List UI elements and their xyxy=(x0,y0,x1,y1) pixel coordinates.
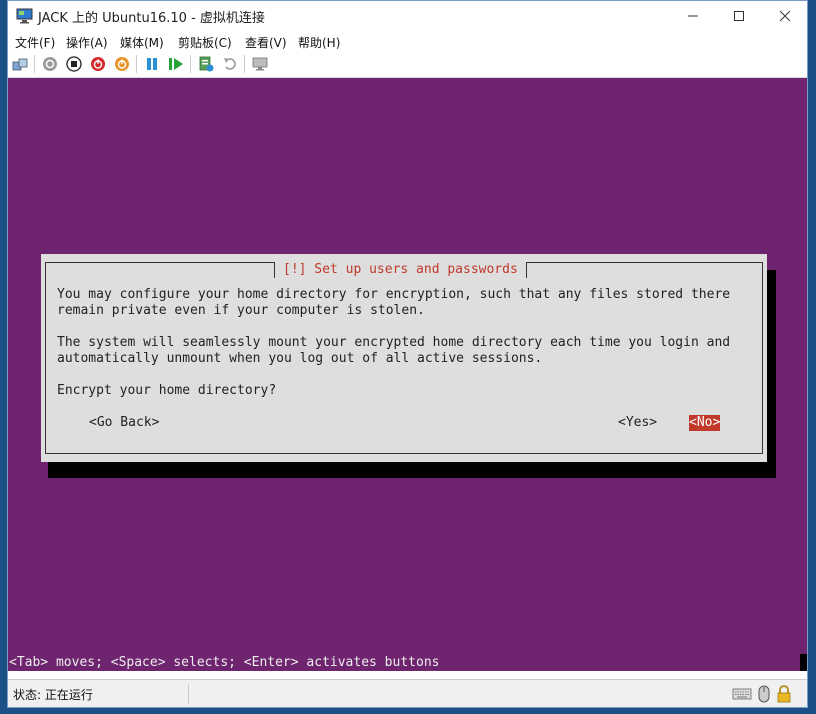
shutdown-icon[interactable] xyxy=(90,56,106,72)
title-bar[interactable]: JACK 上的 Ubuntu16.10 - 虚拟机连接 xyxy=(8,1,807,31)
status-bar: 状态: 正在运行 xyxy=(8,679,807,707)
status-text: 状态: 正在运行 xyxy=(13,688,93,702)
ctrl-alt-del-icon[interactable] xyxy=(12,56,28,72)
dialog-question: Encrypt your home directory? xyxy=(57,383,277,398)
save-state-icon[interactable] xyxy=(114,56,130,72)
keyboard-icon xyxy=(732,688,752,700)
toolbar-separator xyxy=(190,55,191,73)
dialog-text-line: You may configure your home directory fo… xyxy=(57,287,731,302)
menu-file[interactable]: 文件(F) xyxy=(15,34,55,51)
toolbar-separator xyxy=(34,55,35,73)
menu-view[interactable]: 查看(V) xyxy=(245,34,287,51)
menu-action[interactable]: 操作(A) xyxy=(66,34,108,51)
dialog-text-line: automatically unmount when you log out o… xyxy=(57,351,543,366)
menu-bar: 文件(F) 操作(A) 媒体(M) 剪贴板(C) 查看(V) 帮助(H) xyxy=(8,31,807,51)
terminal-cursor-bar xyxy=(800,654,807,671)
vm-monitor-icon xyxy=(16,8,33,24)
yes-button[interactable]: <Yes> xyxy=(618,415,657,431)
setup-dialog: [!] Set up users and passwords You may c… xyxy=(41,254,767,462)
revert-icon[interactable] xyxy=(222,56,238,72)
menu-media[interactable]: 媒体(M) xyxy=(120,34,164,51)
minimize-button[interactable] xyxy=(670,1,716,31)
vm-screen[interactable]: [!] Set up users and passwords You may c… xyxy=(8,78,807,671)
start-icon[interactable] xyxy=(42,56,58,72)
help-line: <Tab> moves; <Space> selects; <Enter> ac… xyxy=(9,655,440,670)
dialog-text-line: remain private even if your computer is … xyxy=(57,303,425,318)
dialog-title: [!] Set up users and passwords xyxy=(274,262,527,278)
mouse-icon xyxy=(758,685,770,703)
status-separator xyxy=(188,684,189,704)
maximize-icon xyxy=(734,11,744,21)
lock-icon xyxy=(777,685,791,703)
maximize-button[interactable] xyxy=(716,1,762,31)
toolbar xyxy=(8,51,807,78)
enhanced-session-icon[interactable] xyxy=(252,56,268,72)
toolbar-separator xyxy=(136,55,137,73)
turn-off-icon[interactable] xyxy=(66,56,82,72)
go-back-button[interactable]: <Go Back> xyxy=(89,415,159,431)
window-title: JACK 上的 Ubuntu16.10 - 虚拟机连接 xyxy=(38,11,265,26)
minimize-icon xyxy=(688,15,698,17)
menu-help[interactable]: 帮助(H) xyxy=(298,34,340,51)
checkpoint-icon[interactable] xyxy=(198,56,214,72)
pause-icon[interactable] xyxy=(144,56,160,72)
menu-clipboard[interactable]: 剪贴板(C) xyxy=(178,34,232,51)
vm-connection-window: JACK 上的 Ubuntu16.10 - 虚拟机连接 文件(F) 操作(A) … xyxy=(7,0,808,708)
close-button[interactable] xyxy=(762,1,808,31)
dialog-frame: [!] Set up users and passwords You may c… xyxy=(45,262,763,454)
reset-icon[interactable] xyxy=(168,56,184,72)
no-button[interactable]: <No> xyxy=(689,415,721,431)
dialog-text-line: The system will seamlessly mount your en… xyxy=(57,335,731,350)
close-icon xyxy=(779,10,791,22)
toolbar-separator xyxy=(244,55,245,73)
